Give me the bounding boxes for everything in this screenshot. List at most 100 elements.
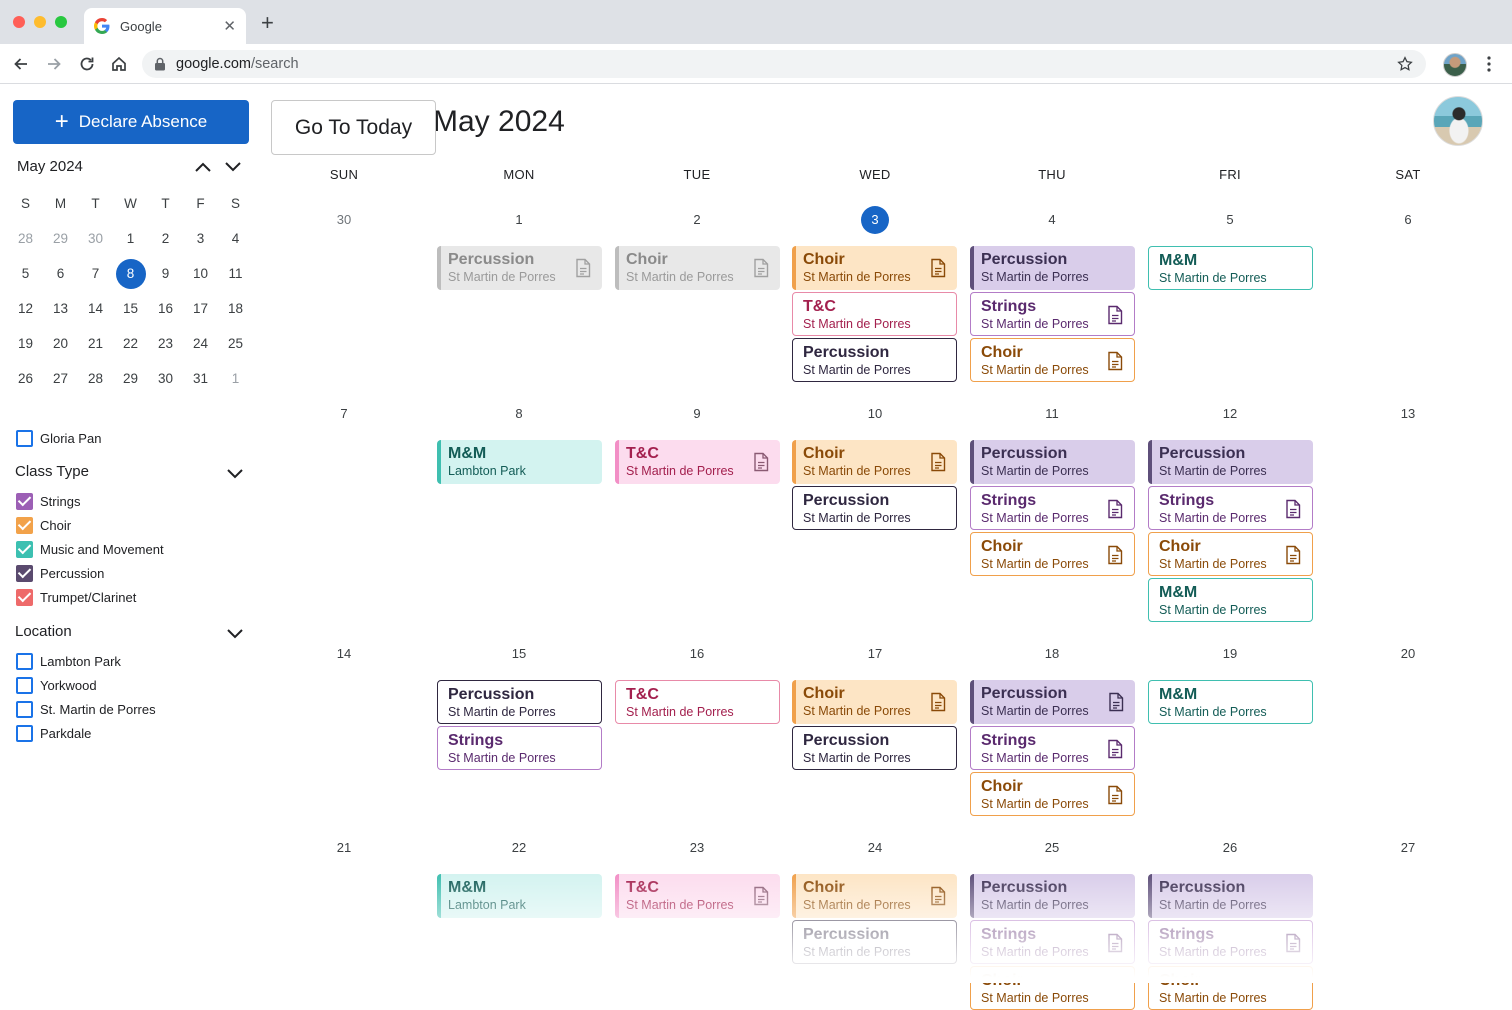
mini-day[interactable]: 3 — [183, 224, 218, 254]
calendar-event[interactable]: T&C St Martin de Porres — [615, 440, 780, 484]
browser-profile-avatar[interactable] — [1443, 53, 1467, 77]
mini-day[interactable]: 26 — [8, 364, 43, 394]
class-type-filter-item[interactable]: Music and Movement — [16, 540, 164, 558]
mini-day[interactable]: 9 — [148, 259, 183, 289]
location-filter-item[interactable]: Yorkwood — [16, 676, 97, 694]
home-icon[interactable] — [109, 54, 129, 74]
day-number[interactable]: 26 — [1210, 834, 1250, 862]
checkbox[interactable] — [16, 429, 33, 447]
browser-tab[interactable]: Google ✕ — [84, 8, 246, 44]
close-tab-icon[interactable]: ✕ — [223, 17, 236, 35]
document-icon[interactable] — [1285, 933, 1301, 953]
calendar-event[interactable]: Percussion St Martin de Porres — [970, 246, 1135, 290]
location-filter-item[interactable]: Parkdale — [16, 724, 91, 742]
calendar-event[interactable]: Choir St Martin de Porres — [1148, 966, 1313, 1010]
calendar-event[interactable]: Percussion St Martin de Porres — [970, 680, 1135, 724]
mini-day[interactable]: 6 — [43, 259, 78, 289]
calendar-event[interactable]: Percussion St Martin de Porres — [970, 874, 1135, 918]
calendar-event[interactable]: Choir St Martin de Porres — [970, 532, 1135, 576]
mini-day[interactable]: 18 — [218, 294, 253, 324]
calendar-event[interactable]: Percussion St Martin de Porres — [792, 726, 957, 770]
mini-day[interactable]: 29 — [113, 364, 148, 394]
document-icon[interactable] — [753, 886, 769, 906]
checkbox[interactable] — [16, 676, 33, 694]
bookmark-star-icon[interactable] — [1396, 55, 1414, 73]
mini-day[interactable]: 16 — [148, 294, 183, 324]
mini-day[interactable]: 12 — [8, 294, 43, 324]
calendar-event[interactable]: Percussion St Martin de Porres — [792, 486, 957, 530]
calendar-event[interactable]: Strings St Martin de Porres — [970, 726, 1135, 770]
mini-day[interactable]: 13 — [43, 294, 78, 324]
calendar-event[interactable]: Choir St Martin de Porres — [792, 874, 957, 918]
mini-day[interactable]: 7 — [78, 259, 113, 289]
calendar-event[interactable]: Choir St Martin de Porres — [970, 966, 1135, 1010]
checkbox[interactable] — [16, 564, 33, 582]
document-icon[interactable] — [930, 258, 946, 278]
close-window-icon[interactable] — [13, 16, 25, 28]
mini-day[interactable]: 28 — [78, 364, 113, 394]
document-icon[interactable] — [930, 452, 946, 472]
day-number[interactable]: 17 — [855, 640, 895, 668]
document-icon[interactable] — [1107, 545, 1123, 565]
document-icon[interactable] — [1107, 499, 1123, 519]
day-number[interactable]: 18 — [1032, 640, 1072, 668]
declare-absence-button[interactable]: + Declare Absence — [13, 100, 249, 144]
class-type-filter-item[interactable]: Choir — [16, 516, 71, 534]
day-number[interactable]: 4 — [1032, 206, 1072, 234]
mini-day[interactable]: 10 — [183, 259, 218, 289]
mini-day[interactable]: 5 — [8, 259, 43, 289]
day-number[interactable]: 7 — [324, 400, 364, 428]
day-number[interactable]: 24 — [855, 834, 895, 862]
calendar-event[interactable]: Strings St Martin de Porres — [970, 486, 1135, 530]
mini-day[interactable]: 24 — [183, 329, 218, 359]
calendar-event[interactable]: T&C St Martin de Porres — [615, 680, 780, 724]
document-icon[interactable] — [1107, 351, 1123, 371]
day-number[interactable]: 9 — [677, 400, 717, 428]
document-icon[interactable] — [1108, 692, 1124, 712]
day-number[interactable]: 11 — [1032, 400, 1072, 428]
document-icon[interactable] — [930, 692, 946, 712]
document-icon[interactable] — [1107, 933, 1123, 953]
checkbox[interactable] — [16, 492, 33, 510]
document-icon[interactable] — [1107, 785, 1123, 805]
checkbox[interactable] — [16, 540, 33, 558]
calendar-event[interactable]: M&M Lambton Park — [437, 440, 602, 484]
mini-day[interactable]: 4 — [218, 224, 253, 254]
maximize-window-icon[interactable] — [55, 16, 67, 28]
mini-day[interactable]: 14 — [78, 294, 113, 324]
calendar-event[interactable]: Strings St Martin de Porres — [970, 920, 1135, 964]
class-type-filter-item[interactable]: Trumpet/Clarinet — [16, 588, 136, 606]
day-number[interactable]: 10 — [855, 400, 895, 428]
mini-day[interactable]: 30 — [148, 364, 183, 394]
calendar-event[interactable]: M&M St Martin de Porres — [1148, 246, 1313, 290]
mini-day[interactable]: 22 — [113, 329, 148, 359]
checkbox[interactable] — [16, 724, 33, 742]
day-number[interactable]: 30 — [324, 206, 364, 234]
reload-icon[interactable] — [77, 54, 97, 74]
mini-day[interactable]: 1 — [218, 364, 253, 394]
day-number[interactable]: 27 — [1388, 834, 1428, 862]
go-to-today-button[interactable]: Go To Today — [271, 100, 436, 155]
mini-day[interactable]: 29 — [43, 224, 78, 254]
day-number[interactable]: 19 — [1210, 640, 1250, 668]
calendar-event[interactable]: Choir St Martin de Porres — [792, 246, 957, 290]
mini-day[interactable]: 15 — [113, 294, 148, 324]
day-number[interactable]: 2 — [677, 206, 717, 234]
calendar-event[interactable]: Percussion St Martin de Porres — [1148, 440, 1313, 484]
document-icon[interactable] — [1285, 499, 1301, 519]
day-number[interactable]: 8 — [499, 400, 539, 428]
document-icon[interactable] — [1107, 305, 1123, 325]
calendar-event[interactable]: T&C St Martin de Porres — [792, 292, 957, 336]
document-icon[interactable] — [930, 886, 946, 906]
day-number[interactable]: 22 — [499, 834, 539, 862]
calendar-event[interactable]: Choir St Martin de Porres — [615, 246, 780, 290]
calendar-event[interactable]: Percussion St Martin de Porres — [437, 680, 602, 724]
checkbox[interactable] — [16, 588, 33, 606]
mini-day[interactable]: 21 — [78, 329, 113, 359]
day-number[interactable]: 16 — [677, 640, 717, 668]
user-avatar[interactable] — [1433, 96, 1483, 146]
mini-day[interactable]: 2 — [148, 224, 183, 254]
day-number[interactable]: 13 — [1388, 400, 1428, 428]
chevron-up-icon[interactable] — [193, 159, 213, 175]
day-number[interactable]: 23 — [677, 834, 717, 862]
